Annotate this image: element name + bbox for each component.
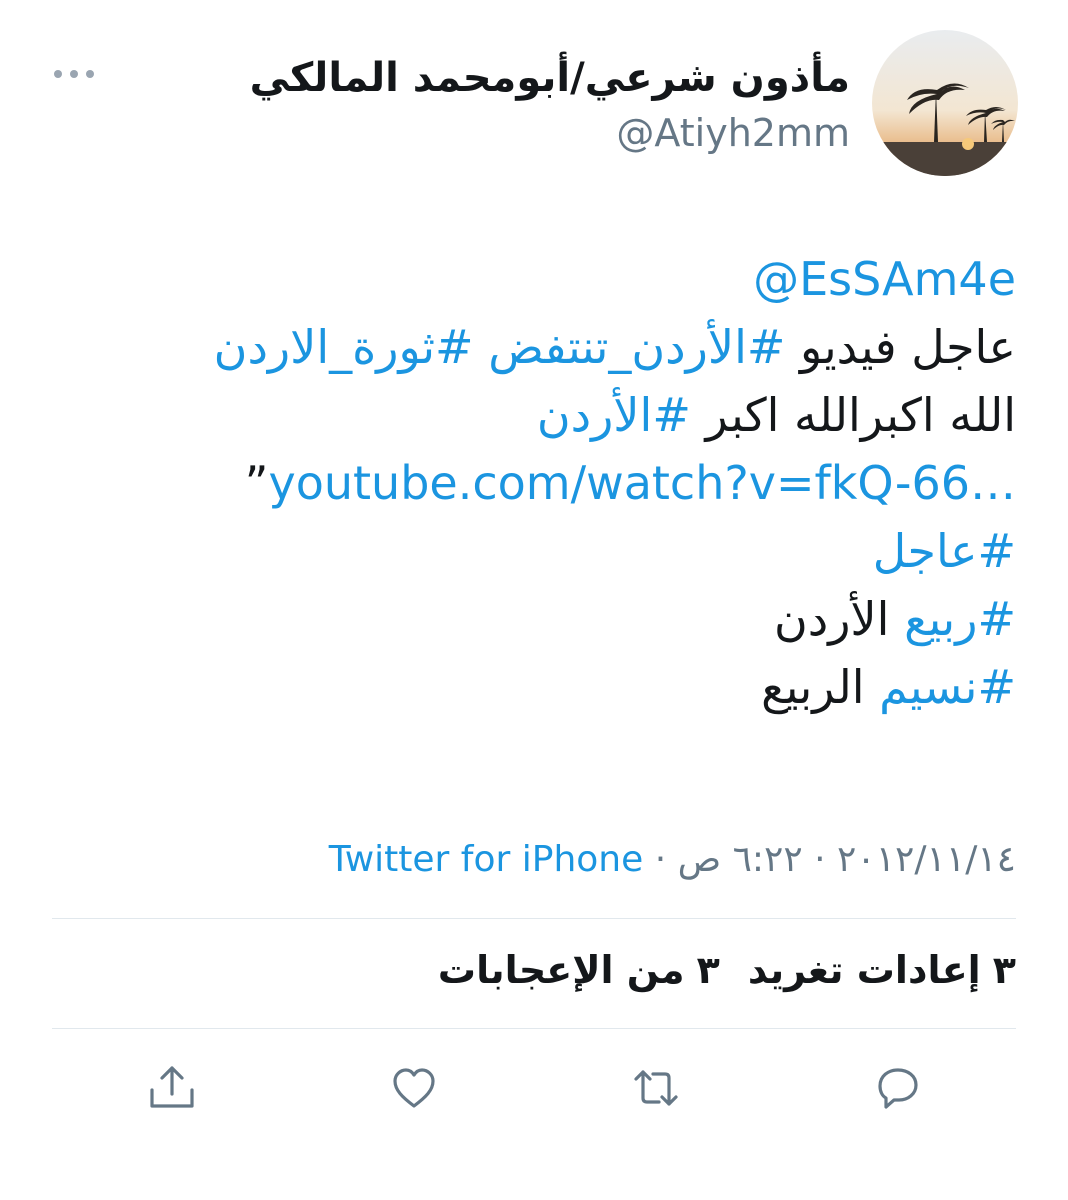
avatar[interactable] xyxy=(872,30,1018,176)
retweets-stat[interactable]: ٣ إعادات تغريد xyxy=(748,948,1016,992)
tweet-time: ٦:٢٢ ص xyxy=(677,839,803,880)
tweet-line: عاجل فيديو #الأردن_تنتفض #ثورة_الاردن xyxy=(52,313,1016,381)
divider xyxy=(52,1028,1016,1029)
hashtag-link[interactable]: #ثورة_الاردن xyxy=(214,320,474,374)
likes-stat[interactable]: ٣ من الإعجابات xyxy=(438,948,720,992)
hashtag-link[interactable]: #نسيم xyxy=(879,660,1016,714)
tweet-line: youtube.com/watch?v=fkQ-66…” xyxy=(52,449,1016,517)
tweet-text-segment: الأردن xyxy=(773,592,905,646)
tweet-text: @EsSAm4e عاجل فيديو #الأردن_تنتفض #ثورة_… xyxy=(52,245,1016,721)
share-icon[interactable] xyxy=(144,1060,200,1116)
ellipsis-icon[interactable] xyxy=(52,62,96,86)
url-link[interactable]: youtube.com/watch?v=fkQ-66… xyxy=(269,456,1017,510)
tweet-line: #ربيع الأردن xyxy=(52,585,1016,653)
tweet-line: #عاجل xyxy=(52,517,1016,585)
tweet-text-segment: عاجل فيديو xyxy=(785,320,1016,374)
meta-separator: · xyxy=(802,839,838,880)
tweet-line: #نسيم الربيع xyxy=(52,653,1016,721)
tweet-line: @EsSAm4e xyxy=(52,245,1016,313)
tweet-source-link[interactable]: Twitter for iPhone xyxy=(329,839,644,880)
meta-separator: · xyxy=(643,839,678,880)
hashtag-link[interactable]: #ربيع xyxy=(904,592,1016,646)
tweet-meta: ٢٠١٢/١١/١٤ · ٦:٢٢ ص · Twitter for iPhone xyxy=(329,832,1016,888)
tweet-text-segment: الربيع xyxy=(761,660,880,714)
retweets-label: إعادات تغريد xyxy=(747,948,981,992)
user-handle[interactable]: @Atiyh2mm xyxy=(616,108,850,158)
retweets-count: ٣ xyxy=(992,948,1016,992)
tweet-date: ٢٠١٢/١١/١٤ xyxy=(837,839,1016,880)
reply-icon[interactable] xyxy=(870,1060,926,1116)
retweet-icon[interactable] xyxy=(628,1060,684,1116)
mention-link[interactable]: @EsSAm4e xyxy=(753,252,1016,306)
quote-mark: ” xyxy=(244,456,269,510)
hashtag-link[interactable]: #عاجل xyxy=(873,524,1016,578)
tweet-line: الله اكبرالله اكبر #الأردن xyxy=(52,381,1016,449)
heart-icon[interactable] xyxy=(386,1060,442,1116)
divider xyxy=(52,918,1016,919)
likes-label: من الإعجابات xyxy=(437,948,685,992)
hashtag-link[interactable]: #الأردن xyxy=(537,388,691,442)
tweet-text-segment: الله اكبرالله اكبر xyxy=(690,388,1016,442)
display-name[interactable]: مأذون شرعي/أبومحمد المالكي xyxy=(250,50,850,106)
hashtag-link[interactable]: #الأردن_تنتفض xyxy=(488,320,785,374)
likes-count: ٣ xyxy=(696,948,720,992)
tweet-stats: ٣ إعادات تغريد ٣ من الإعجابات xyxy=(422,940,1016,1000)
